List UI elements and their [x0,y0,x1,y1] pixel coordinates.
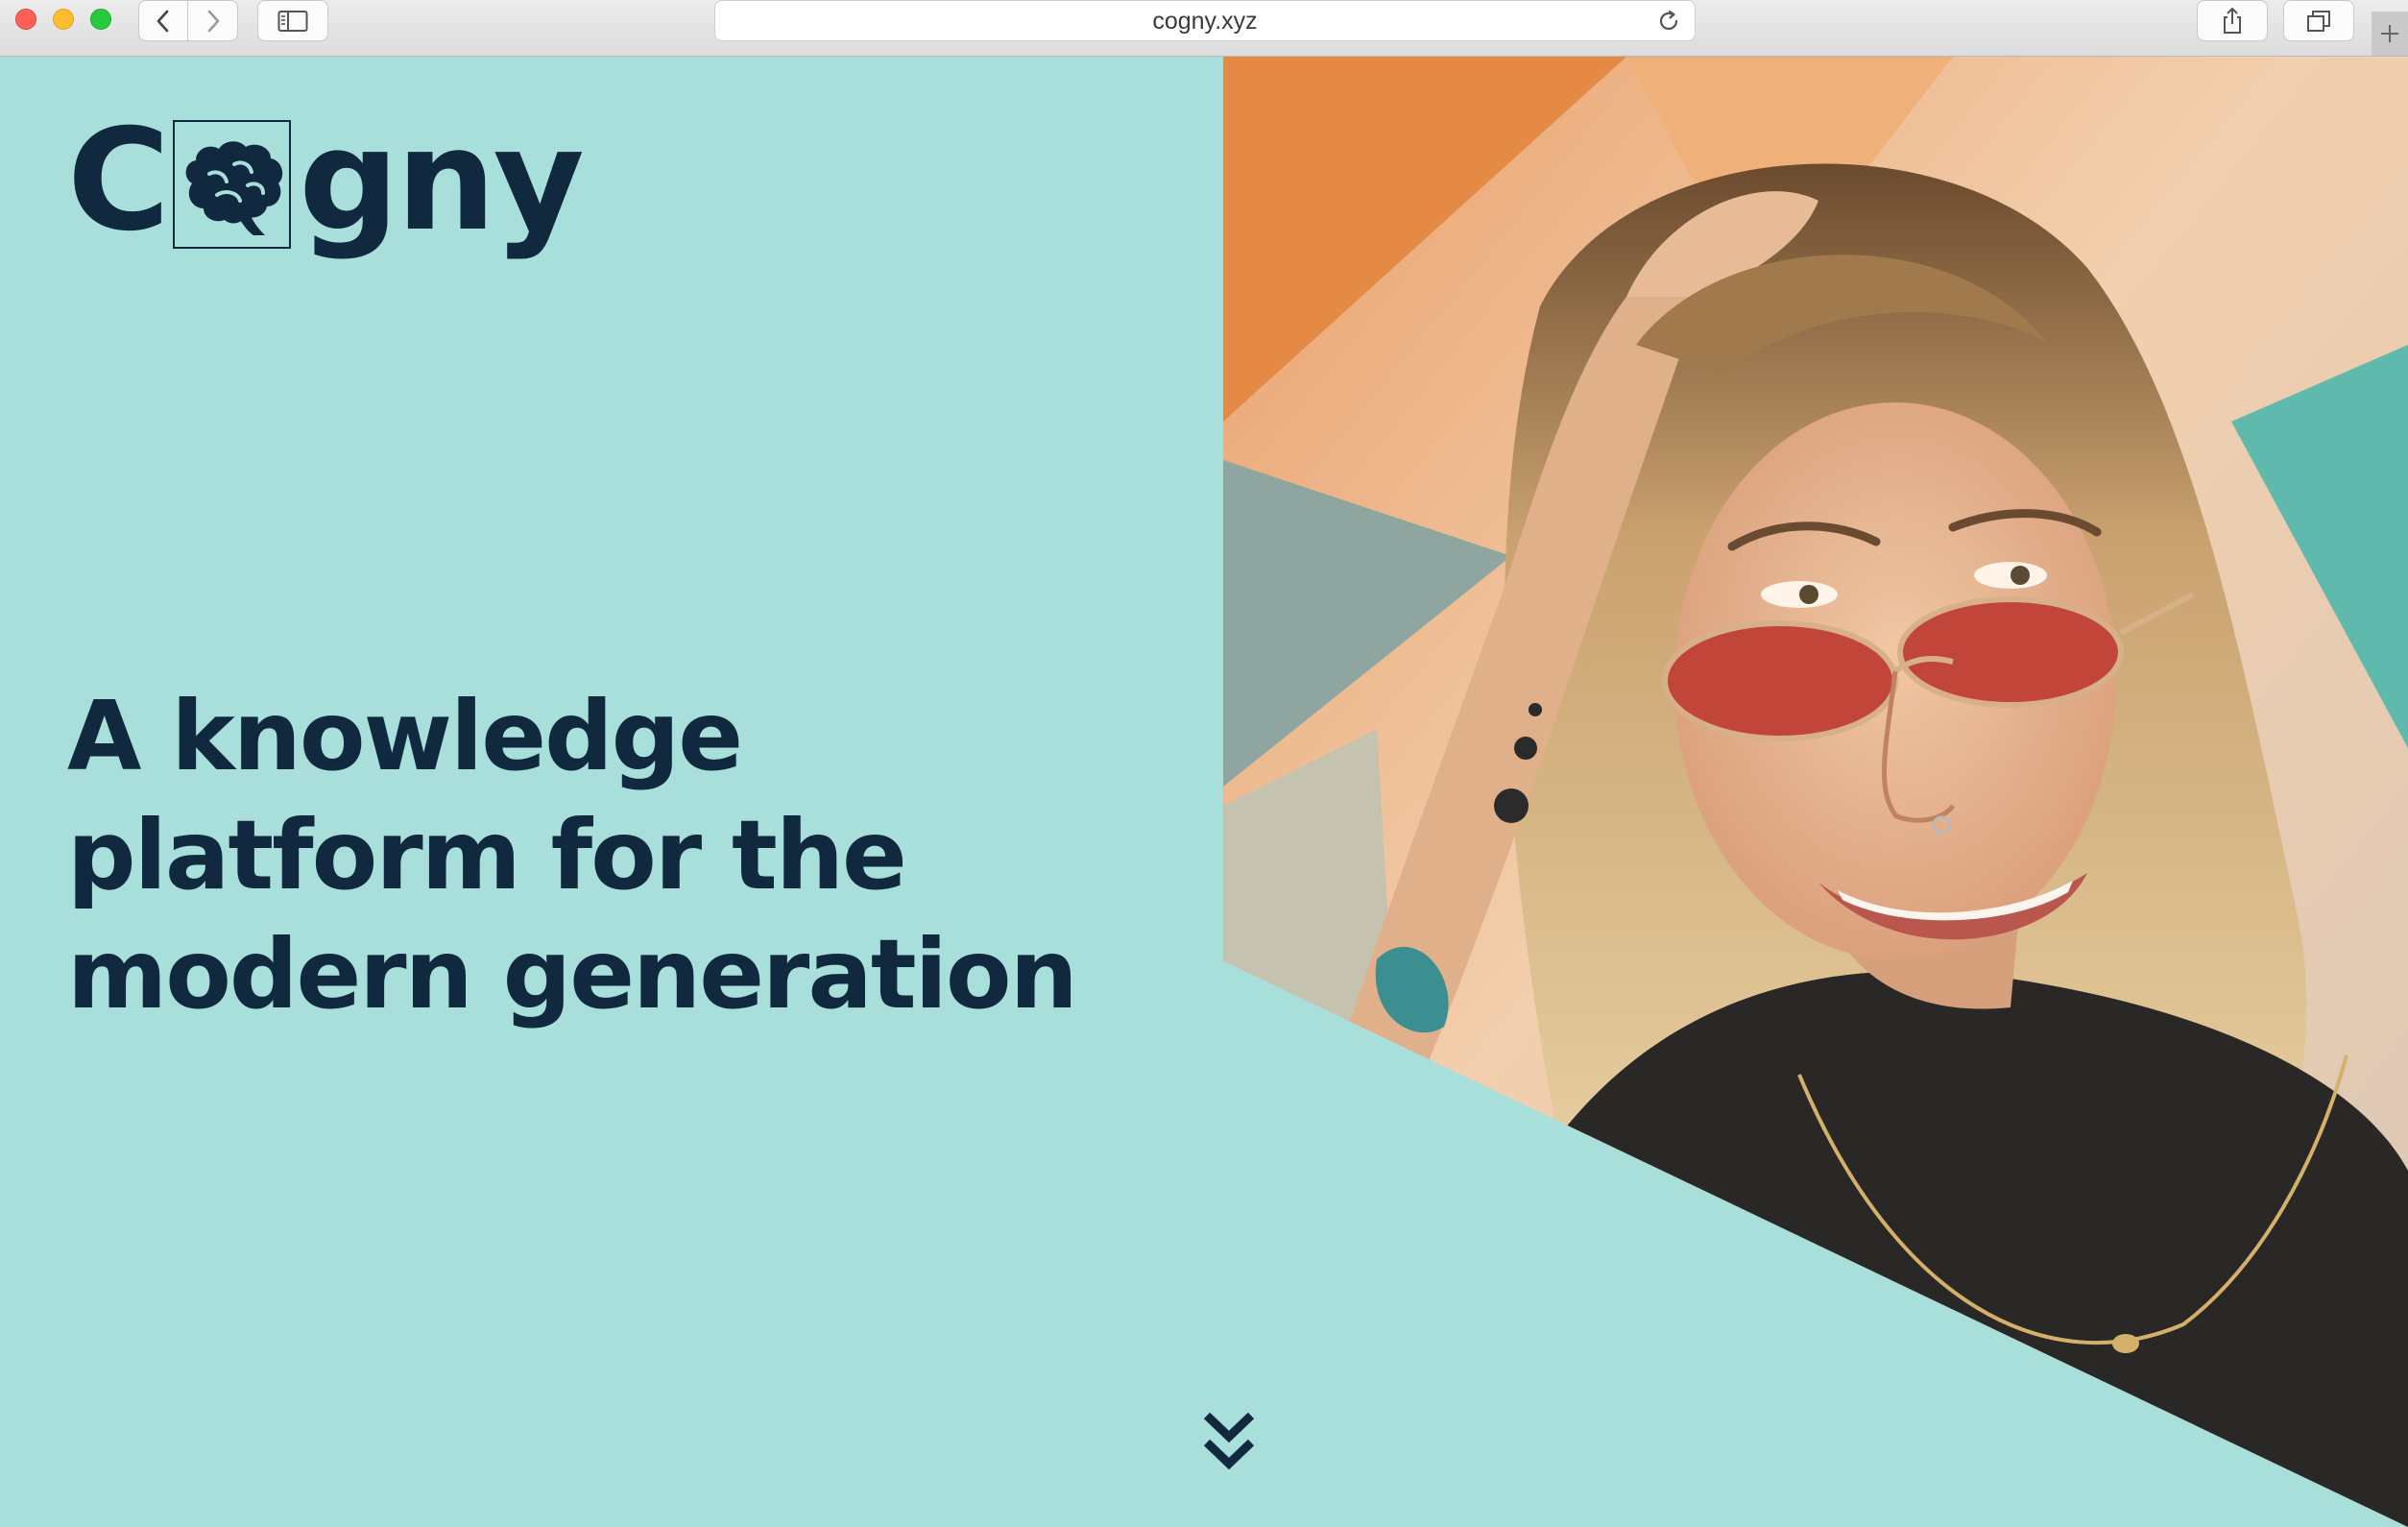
address-bar[interactable]: cogny.xyz [714,0,1696,41]
scroll-down-button[interactable] [1203,1410,1255,1471]
forward-button[interactable] [188,0,238,41]
logo[interactable]: C gny [67,99,585,262]
reload-icon[interactable] [1656,9,1681,34]
double-chevron-down-icon [1203,1412,1255,1470]
hero-photo [1223,57,2408,1527]
window-zoom-button[interactable] [90,9,111,30]
logo-text-suffix: gny [299,99,585,262]
hero-headline: A knowledge platform for the modern gene… [67,680,1078,1030]
chevron-right-icon [207,10,219,32]
page: cogny.xyz C gny A knowledge platform for… [0,0,2408,1527]
logo-icon-box [173,120,292,249]
new-tab-button[interactable] [2372,12,2408,56]
plus-icon [2381,25,2398,42]
share-button[interactable] [2197,0,2268,41]
share-icon [2224,7,2241,34]
browser-toolbar: cogny.xyz [0,0,2408,57]
url-text: cogny.xyz [1152,8,1258,35]
logo-text-prefix: C [67,99,170,262]
window-close-button[interactable] [15,9,36,30]
tabs-overview-icon [2307,10,2330,32]
sidebar-toggle-button[interactable] [257,0,328,41]
window-minimize-button[interactable] [53,9,74,30]
brain-icon [185,141,283,235]
sidebar-icon [277,10,308,32]
chevron-left-icon [157,10,169,32]
tabs-overview-button[interactable] [2283,0,2354,41]
back-button[interactable] [138,0,188,41]
